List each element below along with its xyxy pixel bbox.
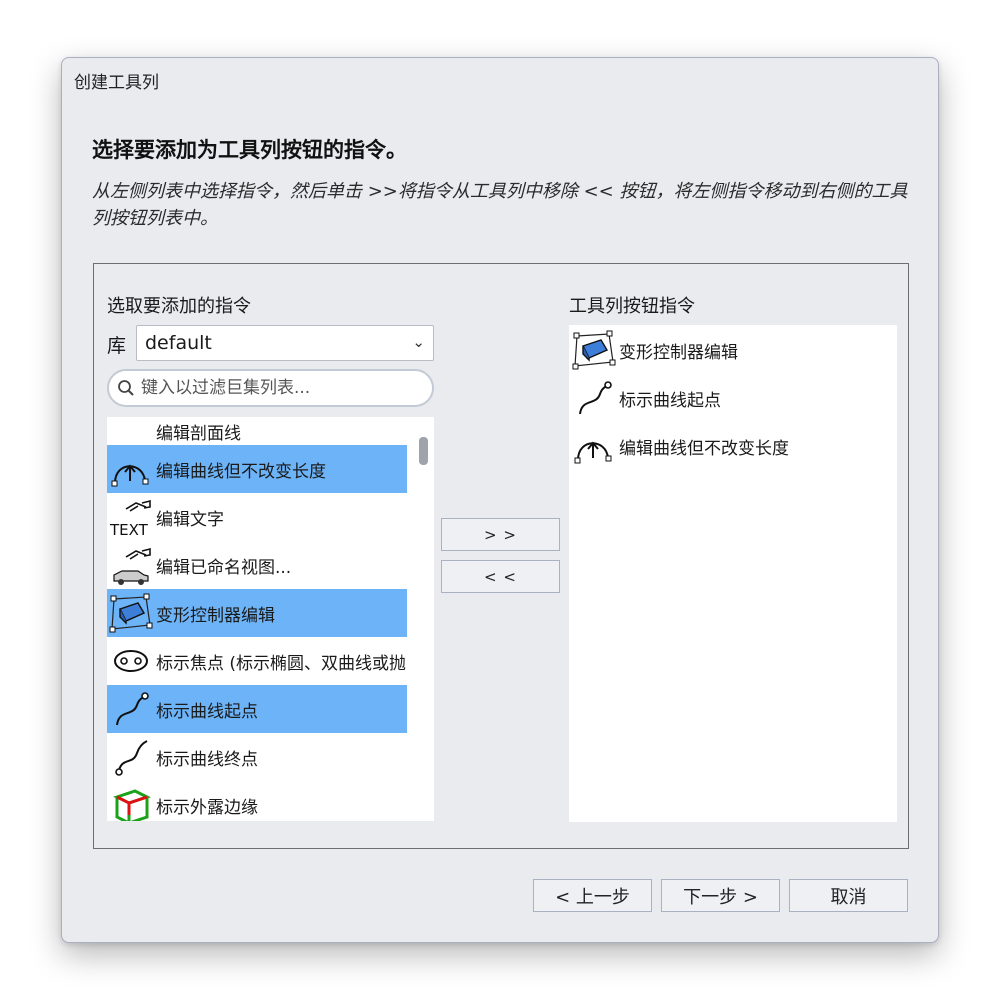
edit-text-icon: TEXT [107,493,155,541]
list-scrollbar[interactable] [419,437,428,465]
edit-curve-keep-length-icon [569,422,619,470]
list-item[interactable]: 标示曲线终点 [107,733,407,781]
list-item[interactable]: 标示曲线起点 [107,685,407,733]
chevron-down-icon: ⌄ [412,333,425,351]
library-select[interactable]: default ⌄ [136,325,434,361]
macro-filter-search[interactable] [107,369,434,407]
toolbar-commands-title: 工具列按钮指令 [569,296,695,317]
cage-edit-icon [569,326,619,374]
list-item[interactable]: 变形控制器编辑 [107,589,407,637]
list-item-label: 标示外露边缘 [156,797,258,818]
list-item[interactable]: 编辑曲线但不改变长度 [107,445,407,493]
list-item-label: 编辑已命名视图... [156,557,292,578]
available-commands-list[interactable]: 编辑剖面线 编辑曲线但不改变长度 TEXT 编辑文字 编辑已命名视图... 变形… [107,417,434,821]
create-toolbar-dialog: 创建工具列 选择要添加为工具列按钮的指令。 从左侧列表中选择指令，然后单击 >>… [61,57,939,943]
mark-curve-start-icon [569,374,619,422]
list-item[interactable]: 标示曲线起点 [569,374,721,422]
list-item-label: 变形控制器编辑 [619,342,738,363]
add-command-button[interactable]: > > [441,518,560,551]
library-select-value: default [145,332,212,354]
list-item-label: 标示曲线起点 [156,701,258,722]
list-item[interactable]: 标示焦点 (标示椭圆、双曲线或抛 [107,637,407,685]
edit-curve-keep-length-icon [107,445,155,493]
list-item[interactable]: 标示外露边缘 [107,781,407,821]
toolbar-commands-list[interactable]: 变形控制器编辑 标示曲线起点 编辑曲线但不改变长度 [569,325,897,822]
list-item-label: 编辑剖面线 [156,423,241,444]
cancel-button[interactable]: 取消 [789,879,908,912]
edit-named-view-icon [107,541,155,589]
cage-edit-icon [107,589,155,637]
list-item-label: 变形控制器编辑 [156,605,275,626]
list-item-label: 编辑曲线但不改变长度 [619,438,789,459]
window-title: 创建工具列 [74,73,159,93]
list-item[interactable]: 编辑已命名视图... [107,541,407,589]
command-selection-group: 选取要添加的指令 库 default ⌄ 编辑剖面线 编辑曲线但不改变长度 [93,263,909,849]
dialog-instructions: 从左侧列表中选择指令，然后单击 >>将指令从工具列中移除 << 按钮，将左侧指令… [92,181,908,229]
available-commands-title: 选取要添加的指令 [107,296,251,317]
next-button[interactable]: 下一步 > [661,879,780,912]
svg-text:TEXT: TEXT [109,521,149,539]
list-item[interactable]: 变形控制器编辑 [569,326,738,374]
dialog-heading: 选择要添加为工具列按钮的指令。 [92,138,407,162]
search-input[interactable] [141,378,421,398]
remove-command-button[interactable]: < < [441,560,560,593]
list-item[interactable]: TEXT 编辑文字 [107,493,407,541]
list-item-label: 标示曲线终点 [156,749,258,770]
show-naked-edges-icon [107,781,155,821]
list-item-label: 编辑文字 [156,509,224,530]
search-icon [118,380,134,396]
mark-curve-start-icon [107,685,155,733]
list-item[interactable]: 编辑曲线但不改变长度 [569,422,789,470]
list-item-label: 编辑曲线但不改变长度 [156,461,326,482]
library-label: 库 [107,335,127,357]
list-item-label: 标示曲线起点 [619,390,721,411]
mark-curve-end-icon [107,733,155,781]
mark-foci-icon [107,637,155,685]
list-item-label: 标示焦点 (标示椭圆、双曲线或抛 [156,653,407,674]
back-button[interactable]: < 上一步 [533,879,652,912]
